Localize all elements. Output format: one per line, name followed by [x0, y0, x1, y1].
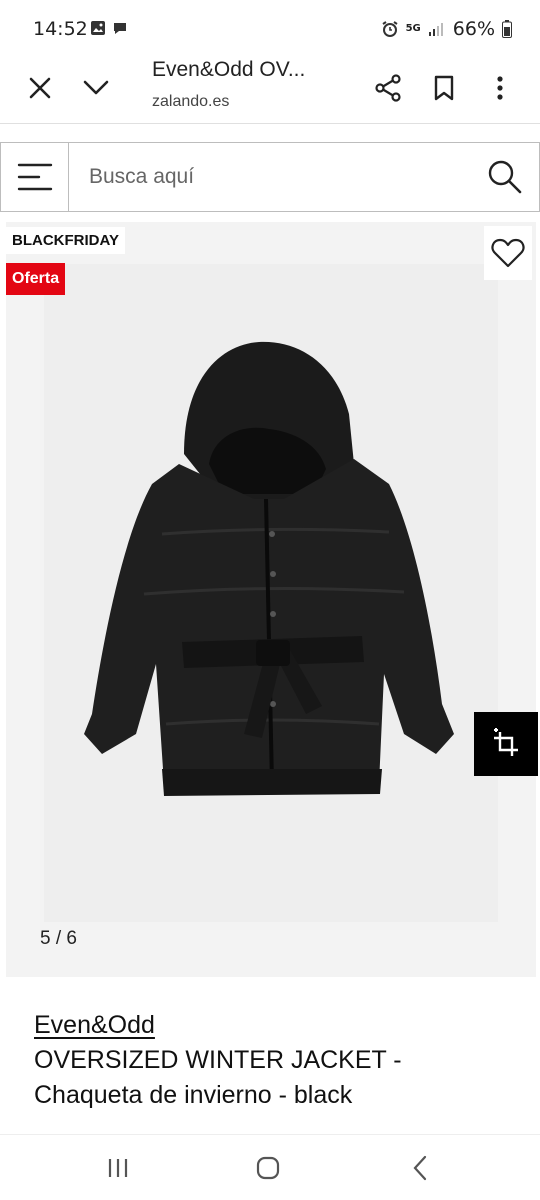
share-button[interactable] [368, 68, 408, 108]
page-title: Even&Odd OV... [152, 58, 306, 81]
wishlist-button[interactable] [484, 226, 532, 280]
system-navigation-bar [0, 1134, 540, 1200]
image-counter: 5 / 6 [40, 928, 77, 949]
search-row [0, 142, 540, 212]
minimize-button[interactable] [76, 68, 116, 108]
bookmark-button[interactable] [424, 68, 464, 108]
similar-items-button[interactable] [474, 712, 538, 776]
bookmark-icon [434, 75, 454, 101]
home-icon [256, 1156, 280, 1180]
back-icon [413, 1155, 427, 1181]
share-icon [375, 74, 401, 102]
menu-button[interactable] [0, 143, 69, 211]
signal-icon [428, 23, 443, 36]
recent-apps-icon [108, 1159, 128, 1177]
home-button[interactable] [248, 1153, 288, 1183]
status-bar: 14:52 5G 66% [0, 0, 540, 58]
recent-apps-button[interactable] [98, 1153, 138, 1183]
chevron-down-icon [83, 80, 109, 95]
offer-badge: Oferta [6, 263, 66, 295]
network-type: 5G [405, 23, 421, 34]
product-gallery[interactable]: 5 / 6 [6, 222, 536, 977]
product-title: OVERSIZED WINTER JACKET - Chaqueta de in… [34, 1043, 514, 1113]
chat-icon [114, 23, 126, 34]
search-button[interactable] [470, 143, 540, 211]
battery-level: 66% [452, 18, 495, 40]
close-icon [29, 77, 51, 99]
more-options-button[interactable] [480, 68, 520, 108]
heart-icon [491, 238, 525, 268]
hamburger-menu-icon [17, 163, 52, 191]
battery-icon [502, 20, 512, 38]
search-input[interactable] [69, 143, 470, 211]
status-time: 14:52 [33, 18, 88, 40]
alarm-icon [382, 21, 398, 37]
brand-link[interactable]: Even&Odd [34, 1011, 155, 1040]
back-button[interactable] [400, 1153, 440, 1183]
close-button[interactable] [20, 68, 60, 108]
crop-compare-icon [494, 728, 518, 756]
status-notifications [90, 20, 128, 36]
status-right: 5G 66% [381, 18, 512, 40]
page-url: zalando.es [152, 93, 230, 110]
promo-badge: BLACKFRIDAY [6, 227, 125, 254]
jacket-image [84, 341, 454, 796]
search-icon [488, 160, 521, 194]
product-title-line2: Chaqueta de invierno - black [34, 1081, 353, 1109]
gallery-icon [91, 21, 105, 35]
product-image[interactable] [44, 264, 498, 922]
more-vert-icon [497, 76, 503, 100]
product-title-line1: OVERSIZED WINTER JACKET - [34, 1046, 402, 1074]
